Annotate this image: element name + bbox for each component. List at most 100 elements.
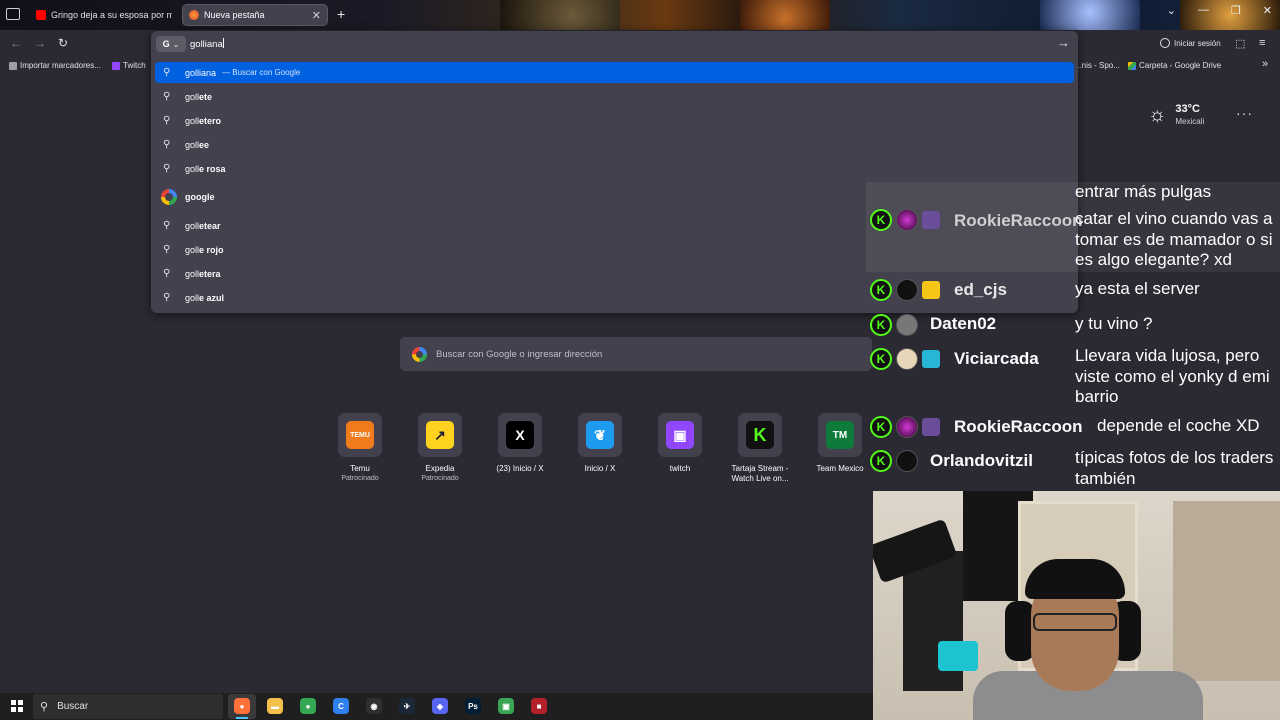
signin-label: Iniciar sesión bbox=[1174, 38, 1221, 48]
raccoon-emote-icon bbox=[922, 211, 940, 229]
raccoon-emote-icon bbox=[922, 418, 940, 436]
new-tab-button[interactable]: + bbox=[337, 6, 345, 22]
bookmark-label: Twitch bbox=[123, 61, 146, 70]
expedia-icon: ↗ bbox=[426, 421, 454, 449]
forward-icon[interactable]: → bbox=[34, 36, 46, 50]
suggestion-prefix: goll bbox=[185, 91, 200, 102]
maximize-icon[interactable]: ❐ bbox=[1231, 4, 1241, 17]
chat-badges: K bbox=[870, 209, 940, 231]
search-engine-button[interactable]: G ⌄ bbox=[156, 36, 186, 52]
urlbar-input-row: G ⌄ golliana → bbox=[151, 31, 1078, 57]
bookmark-import[interactable]: Importar marcadores... bbox=[9, 61, 101, 70]
top-site-x[interactable]: X (23) Inicio / X bbox=[485, 413, 555, 474]
google-icon bbox=[161, 188, 177, 205]
text-caret bbox=[222, 38, 224, 48]
suggestion-row[interactable]: ⚲ golletero bbox=[155, 110, 1074, 131]
back-icon[interactable]: ← bbox=[10, 36, 22, 50]
list-all-tabs-icon[interactable]: ⌄ bbox=[1167, 4, 1176, 17]
bookmark-drive[interactable]: Carpeta - Google Drive bbox=[1128, 61, 1221, 70]
top-site-twitter[interactable]: ❦ Inicio / X bbox=[565, 413, 635, 474]
signin-button[interactable]: Iniciar sesión bbox=[1160, 38, 1221, 48]
suggestion-row[interactable]: ⚲ golliana — Buscar con Google bbox=[155, 62, 1074, 83]
top-site-label: (23) Inicio / X bbox=[496, 464, 544, 473]
top-site-label: Tartaja Stream - Watch Live on... bbox=[731, 464, 789, 483]
top-site-temu[interactable]: TEMU Temu Patrocinado bbox=[325, 413, 395, 483]
top-site-twitch[interactable]: ▣ twitch bbox=[645, 413, 715, 474]
explorer-icon[interactable]: ▬ bbox=[267, 698, 283, 714]
urlbar-value: golliana bbox=[190, 39, 223, 50]
urlbar-input[interactable]: golliana bbox=[190, 38, 224, 50]
top-site-kick[interactable]: K Tartaja Stream - Watch Live on... bbox=[725, 413, 795, 484]
avatar bbox=[896, 314, 918, 336]
menu-icon[interactable]: ≡ bbox=[1259, 37, 1265, 49]
window-controls: ⌄ — ❐ ✕ bbox=[1167, 4, 1272, 17]
bookmark-twitch[interactable]: Twitch bbox=[112, 61, 146, 70]
suggestion-text: golletera bbox=[185, 269, 221, 279]
suggestion-completion: google bbox=[185, 191, 215, 202]
suggestion-row[interactable]: ⚲ gollete bbox=[155, 86, 1074, 107]
chat-badges: K bbox=[870, 279, 940, 301]
avatar bbox=[896, 348, 918, 370]
tab-list-button[interactable] bbox=[6, 8, 20, 20]
top-site-label: Team Mexico bbox=[816, 464, 864, 473]
go-arrow-icon[interactable]: → bbox=[1057, 35, 1070, 50]
suggestion-prefix: goll bbox=[185, 244, 200, 255]
search-icon: ⚲ bbox=[163, 244, 171, 255]
close-tab-icon[interactable]: ✕ bbox=[312, 9, 321, 22]
top-site-team-mexico[interactable]: TM Team Mexico bbox=[805, 413, 875, 474]
google-icon bbox=[412, 346, 427, 362]
sponsored-label: Patrocinado bbox=[421, 475, 459, 482]
bookmark-spotify[interactable]: ...nis - Spo... bbox=[1075, 61, 1120, 70]
weather-widget[interactable]: ☼ 33°C Mexicali bbox=[1148, 103, 1204, 126]
suggestion-row[interactable]: ⚲ gollee bbox=[155, 134, 1074, 155]
account-icon bbox=[1160, 38, 1170, 48]
tab-title: Gringo deja a su esposa por más bbox=[51, 10, 172, 20]
suggestion-completion: e rosa bbox=[199, 163, 226, 174]
firefox-icon[interactable]: ● bbox=[234, 698, 250, 719]
suggestion-prefix: goll bbox=[185, 268, 200, 279]
app-green-icon[interactable]: ▣ bbox=[498, 698, 514, 714]
app-red-icon[interactable]: ■ bbox=[531, 698, 547, 714]
newtab-search-box[interactable]: Buscar con Google o ingresar dirección bbox=[400, 337, 872, 371]
tab-title: Nueva pestaña bbox=[204, 10, 265, 20]
ccleaner-icon[interactable]: C bbox=[333, 698, 349, 714]
chat-username: RookieRaccoon bbox=[954, 417, 1083, 436]
photoshop-icon[interactable]: Ps bbox=[465, 698, 481, 714]
extensions-icon[interactable]: ⬚ bbox=[1235, 37, 1245, 50]
suggestion-row[interactable]: ⚲ golle rosa bbox=[155, 158, 1074, 179]
suggestion-completion: etera bbox=[199, 268, 221, 279]
tab-youtube[interactable]: Gringo deja a su esposa por más bbox=[30, 4, 178, 26]
taskbar-search[interactable]: ⚲ Buscar bbox=[33, 694, 223, 719]
close-window-icon[interactable]: ✕ bbox=[1263, 4, 1272, 17]
webcam-feed bbox=[873, 491, 1280, 720]
bookmark-label: Importar marcadores... bbox=[20, 61, 101, 70]
bookmarks-overflow[interactable]: » bbox=[1262, 58, 1268, 70]
suggestion-prefix: goll bbox=[185, 220, 200, 231]
chat-message: y tu vino ? bbox=[1075, 314, 1153, 333]
chat-username: RookieRaccoon bbox=[954, 211, 1083, 230]
discord-like-icon[interactable]: ◈ bbox=[432, 698, 448, 714]
top-site-label: twitch bbox=[669, 464, 691, 473]
import-icon bbox=[9, 61, 17, 70]
obs-icon[interactable]: ◉ bbox=[366, 698, 382, 714]
bookmark-label: ...nis - Spo... bbox=[1075, 61, 1120, 70]
steam-icon[interactable]: ✈ bbox=[399, 698, 415, 714]
drive-icon bbox=[1128, 61, 1136, 70]
tab-new[interactable]: Nueva pestaña ✕ bbox=[182, 4, 328, 26]
suggestion-completion: etear bbox=[199, 220, 221, 231]
suggestion-completion: ee bbox=[199, 139, 210, 150]
kick-badge-icon: K bbox=[870, 416, 892, 438]
top-site-expedia[interactable]: ↗ Expedia Patrocinado bbox=[405, 413, 475, 483]
reload-icon[interactable]: ↻ bbox=[58, 36, 68, 50]
search-icon: ⚲ bbox=[163, 292, 171, 303]
windows-start-icon[interactable] bbox=[11, 700, 23, 712]
team-mexico-icon: TM bbox=[826, 421, 854, 449]
google-icon: G bbox=[162, 39, 170, 49]
chrome-icon[interactable]: ● bbox=[300, 698, 316, 714]
more-options-icon[interactable]: ··· bbox=[1236, 105, 1253, 121]
search-icon: ⚲ bbox=[163, 163, 171, 174]
minimize-icon[interactable]: — bbox=[1198, 4, 1209, 17]
kick-badge-icon: K bbox=[870, 348, 892, 370]
suggestion-text: golletero bbox=[185, 116, 221, 126]
screen: Gringo deja a su esposa por más Nueva pe… bbox=[0, 0, 1280, 720]
